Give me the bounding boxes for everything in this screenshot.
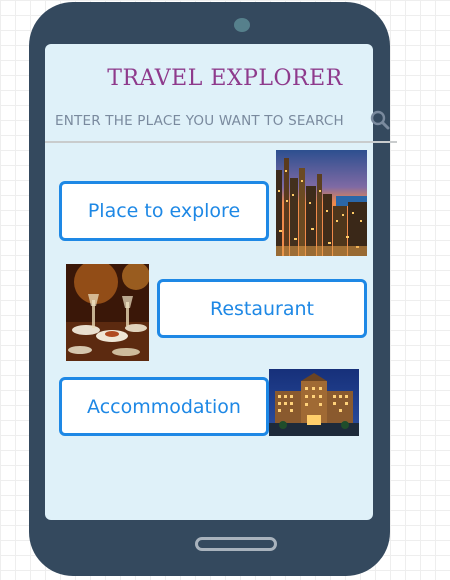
accommodation-button[interactable]: Accommodation: [59, 377, 269, 436]
search-input[interactable]: ENTER THE PLACE YOU WANT TO SEARCH: [55, 113, 344, 129]
city-skyline-image: [276, 150, 367, 256]
place-to-explore-button[interactable]: Place to explore: [59, 181, 269, 241]
app-title: TRAVEL EXPLORER: [107, 66, 343, 91]
hotel-building-image: [269, 369, 359, 436]
search-icon[interactable]: [370, 110, 390, 130]
camera-dot: [234, 18, 250, 32]
restaurant-dining-image: [66, 264, 149, 361]
restaurant-button[interactable]: Restaurant: [157, 279, 367, 338]
home-button[interactable]: [195, 537, 277, 551]
search-underline: [45, 141, 397, 143]
